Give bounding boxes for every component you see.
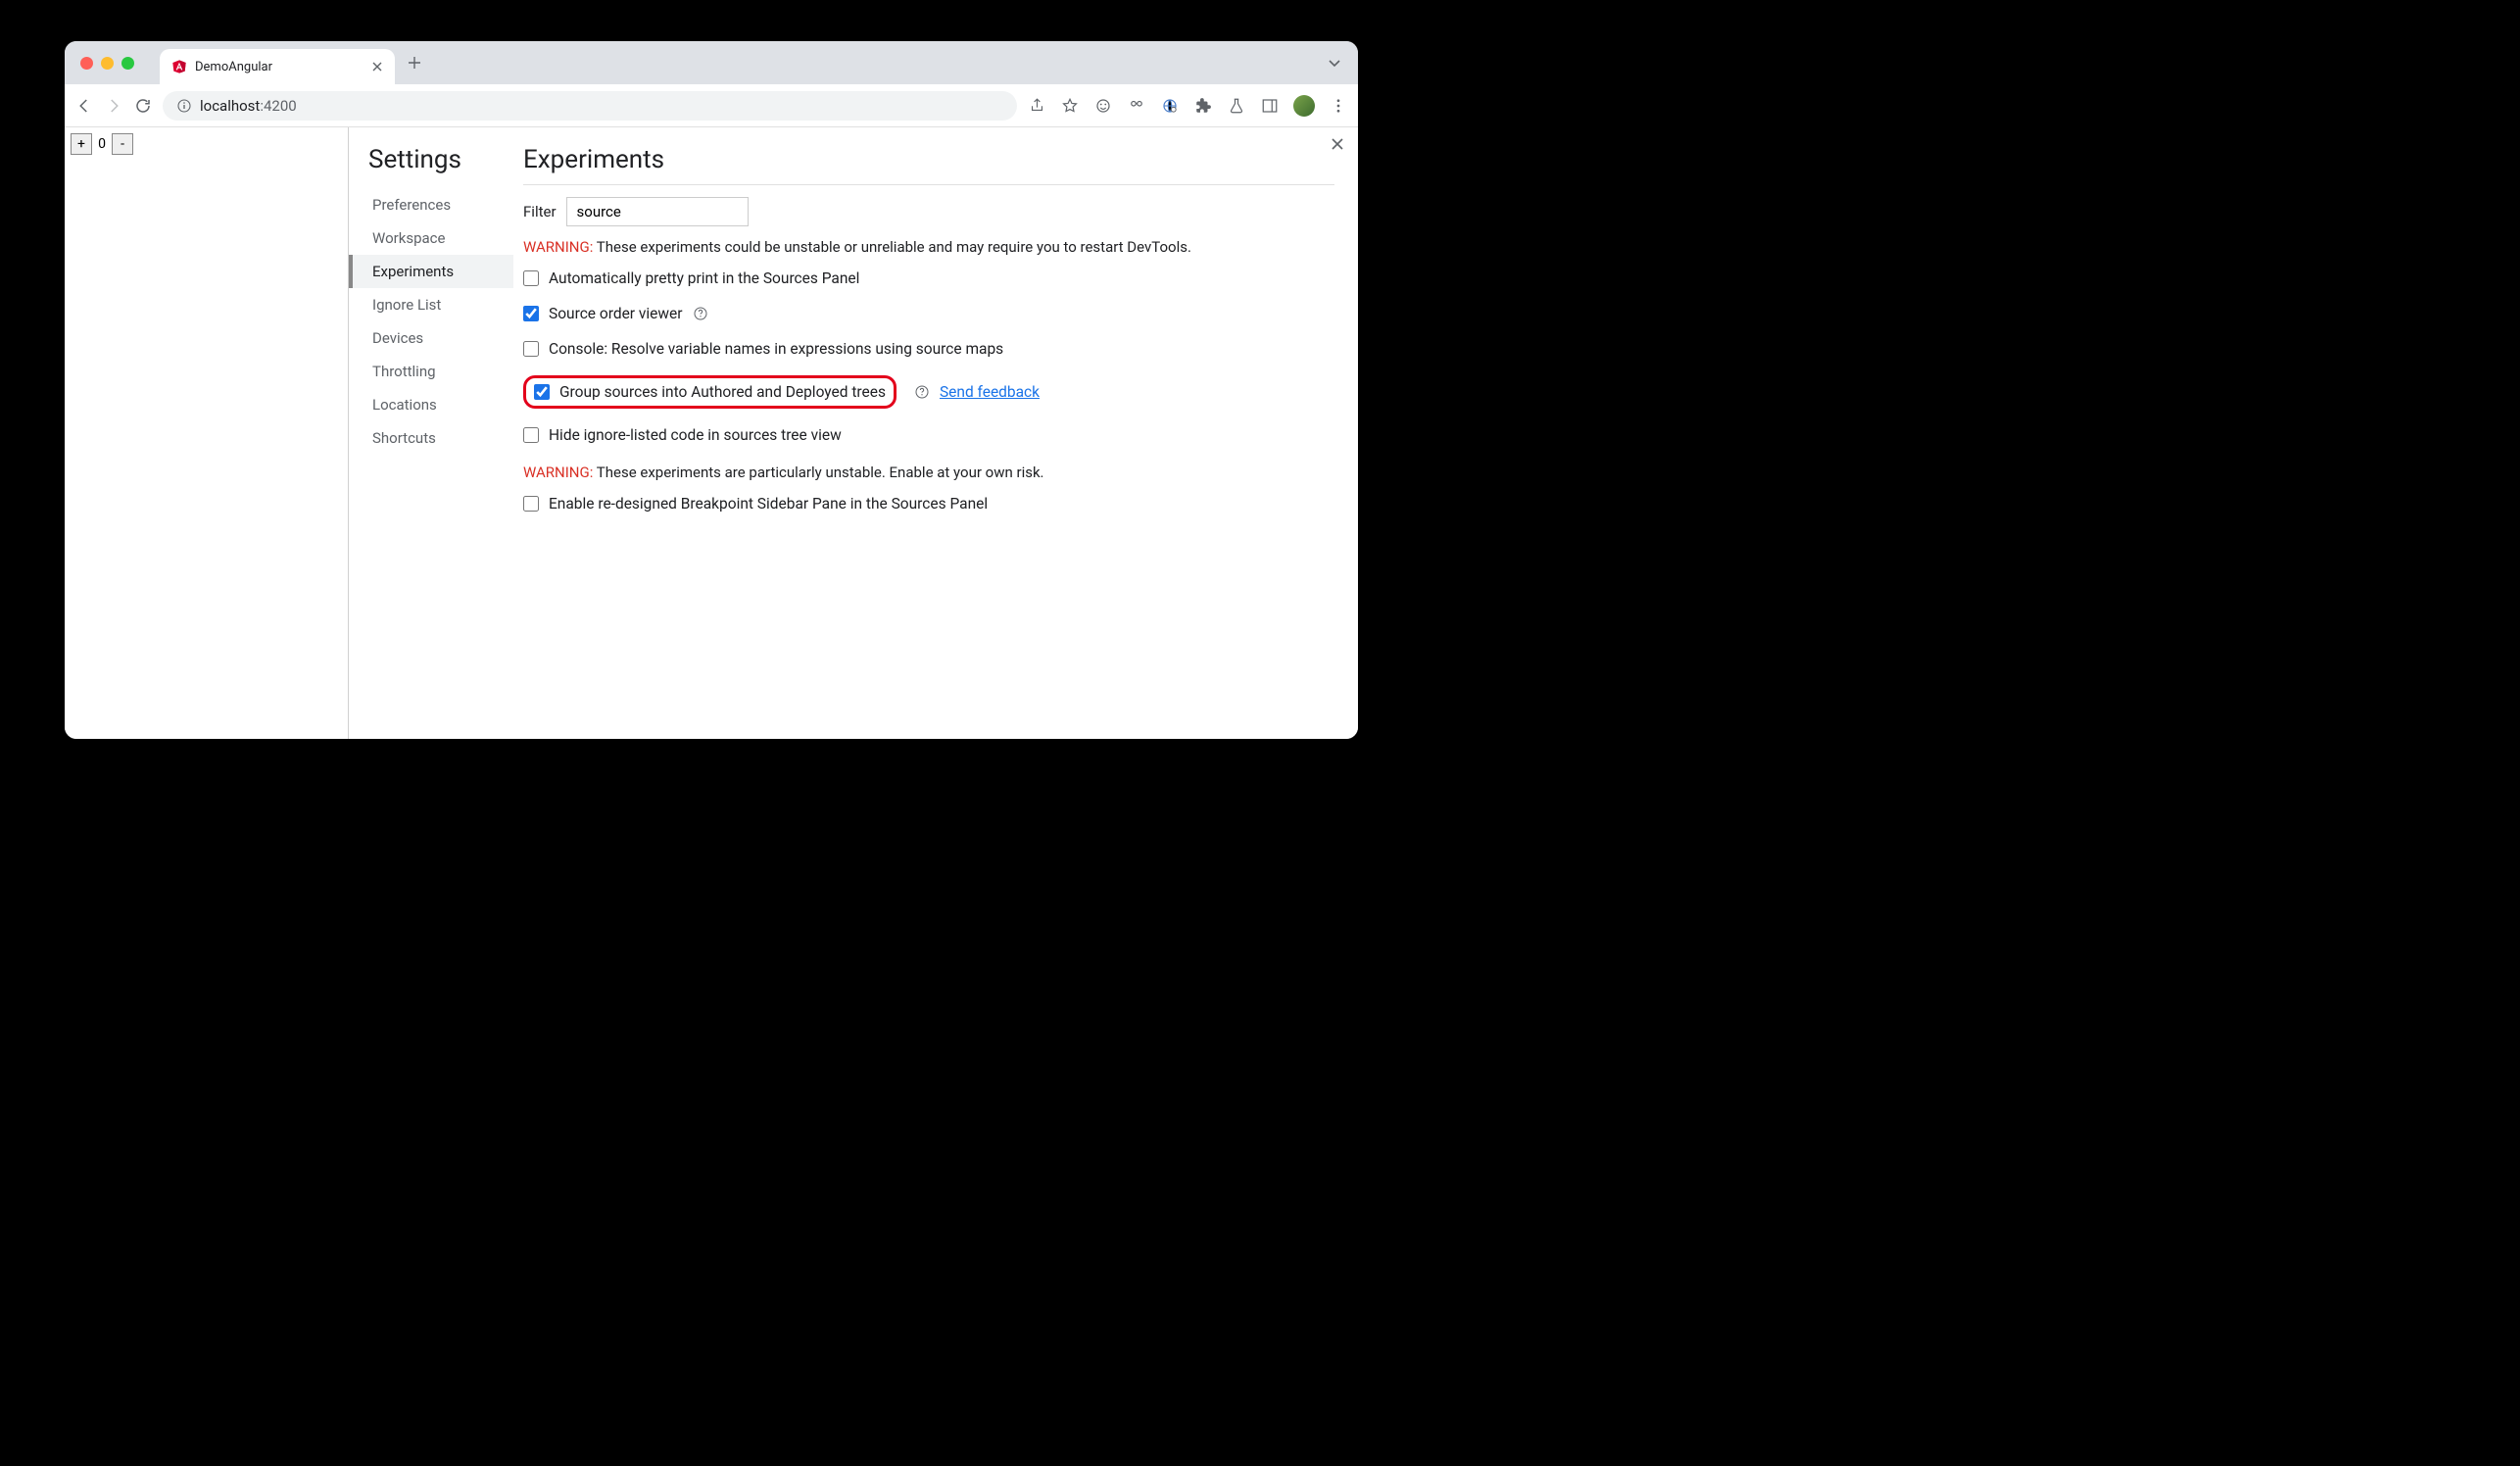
browser-tab[interactable]: DemoAngular (160, 49, 395, 84)
experiment-checkbox[interactable] (523, 306, 539, 321)
settings-title: Settings (368, 145, 513, 174)
settings-item-ignore-list[interactable]: Ignore List (349, 288, 513, 321)
experiment-row-source-order: Source order viewer (523, 305, 1334, 322)
experiment-label: Source order viewer (549, 305, 683, 322)
experiment-label: Automatically pretty print in the Source… (549, 269, 859, 287)
experiment-checkbox[interactable] (523, 496, 539, 512)
settings-item-preferences[interactable]: Preferences (349, 188, 513, 221)
tabstrip-dropdown-button[interactable] (1327, 55, 1342, 71)
profile-avatar[interactable] (1293, 95, 1315, 117)
help-icon[interactable] (693, 306, 708, 321)
experiment-checkbox[interactable] (534, 384, 550, 400)
tab-close-button[interactable] (371, 61, 383, 73)
experiment-row-group-sources: Group sources into Authored and Deployed… (523, 375, 1334, 409)
experiment-checkbox[interactable] (523, 427, 539, 443)
window-controls (80, 57, 134, 70)
extension-icon-2[interactable] (1127, 96, 1146, 116)
tab-title: DemoAngular (195, 60, 363, 74)
share-icon[interactable] (1027, 96, 1046, 116)
settings-item-experiments[interactable]: Experiments (349, 255, 513, 288)
highlight-annotation: Group sources into Authored and Deployed… (523, 375, 897, 409)
experiment-label: Console: Resolve variable names in expre… (549, 340, 1003, 358)
window-minimize-button[interactable] (101, 57, 114, 70)
counter-value: 0 (92, 133, 112, 155)
filter-label: Filter (523, 203, 557, 220)
content-area: + 0 - Settings Preferences Workspace Exp… (65, 127, 1358, 739)
experiment-row-breakpoint-sidebar: Enable re-designed Breakpoint Sidebar Pa… (523, 495, 1334, 513)
counter-widget: + 0 - (71, 133, 342, 155)
decrement-button[interactable]: - (112, 133, 133, 155)
angular-favicon-icon (171, 59, 187, 74)
page-title: Experiments (523, 145, 1334, 174)
toolbar-actions (1027, 95, 1348, 117)
warning-1: WARNING: These experiments could be unst… (523, 238, 1334, 256)
increment-button[interactable]: + (71, 133, 92, 155)
settings-sidebar: Settings Preferences Workspace Experimen… (349, 127, 513, 739)
window-close-button[interactable] (80, 57, 93, 70)
browser-menu-icon[interactable] (1329, 96, 1348, 116)
experiment-row-console-resolve: Console: Resolve variable names in expre… (523, 340, 1334, 358)
devtools-pane: Settings Preferences Workspace Experimen… (349, 127, 1358, 739)
settings-item-shortcuts[interactable]: Shortcuts (349, 421, 513, 455)
filter-row: Filter (523, 197, 1334, 226)
address-bar[interactable]: localhost:4200 (163, 91, 1017, 121)
extension-icon-3[interactable] (1160, 96, 1180, 116)
experiment-label: Group sources into Authored and Deployed… (559, 383, 886, 401)
experiment-label: Hide ignore-listed code in sources tree … (549, 426, 842, 444)
forward-button[interactable] (104, 96, 123, 116)
divider (523, 184, 1334, 185)
url-text: localhost:4200 (200, 97, 297, 115)
page-pane: + 0 - (65, 127, 349, 739)
bookmark-icon[interactable] (1060, 96, 1080, 116)
help-icon[interactable] (914, 384, 930, 400)
site-info-icon[interactable] (176, 98, 192, 114)
tab-strip: DemoAngular (65, 41, 1358, 84)
experiment-row-pretty-print: Automatically pretty print in the Source… (523, 269, 1334, 287)
experiment-row-hide-ignored: Hide ignore-listed code in sources tree … (523, 426, 1334, 444)
settings-item-workspace[interactable]: Workspace (349, 221, 513, 255)
browser-toolbar: localhost:4200 (65, 84, 1358, 127)
settings-item-locations[interactable]: Locations (349, 388, 513, 421)
extensions-menu-icon[interactable] (1193, 96, 1213, 116)
back-button[interactable] (74, 96, 94, 116)
window-maximize-button[interactable] (121, 57, 134, 70)
warning-2: WARNING: These experiments are particula… (523, 464, 1334, 481)
close-settings-button[interactable] (1331, 137, 1344, 151)
extension-icon-1[interactable] (1093, 96, 1113, 116)
settings-item-devices[interactable]: Devices (349, 321, 513, 355)
settings-item-throttling[interactable]: Throttling (349, 355, 513, 388)
experiment-checkbox[interactable] (523, 341, 539, 357)
send-feedback-link[interactable]: Send feedback (940, 383, 1040, 401)
reload-button[interactable] (133, 96, 153, 116)
filter-input[interactable] (566, 197, 749, 226)
experiment-checkbox[interactable] (523, 270, 539, 286)
experiment-label: Enable re-designed Breakpoint Sidebar Pa… (549, 495, 988, 513)
labs-icon[interactable] (1227, 96, 1246, 116)
new-tab-button[interactable] (407, 55, 422, 71)
browser-window: DemoAngular localhost:4200 (65, 41, 1358, 739)
settings-main: Experiments Filter WARNING: These experi… (513, 127, 1358, 739)
side-panel-icon[interactable] (1260, 96, 1280, 116)
